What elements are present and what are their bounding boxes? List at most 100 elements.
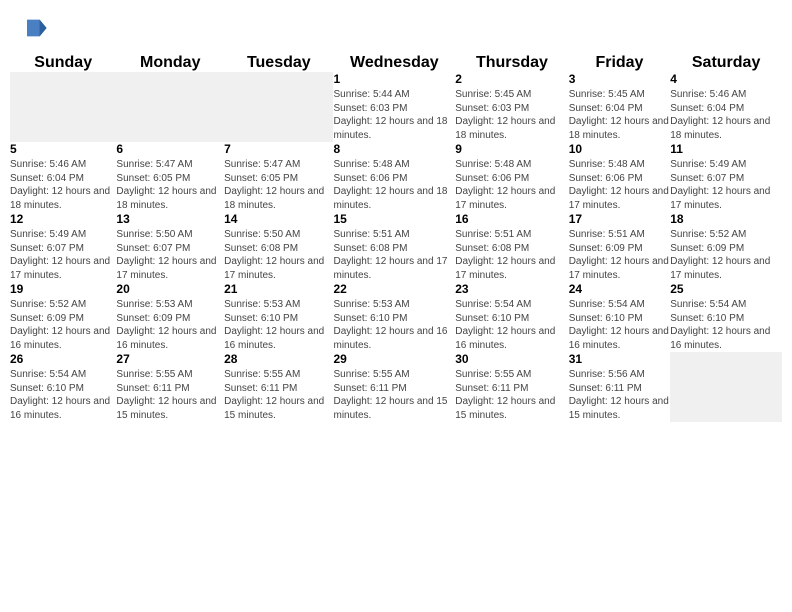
- day-info: Sunrise: 5:52 AM Sunset: 6:09 PM Dayligh…: [670, 228, 782, 282]
- day-number: 18: [670, 212, 782, 226]
- day-info: Sunrise: 5:46 AM Sunset: 6:04 PM Dayligh…: [670, 88, 782, 142]
- day-info: Sunrise: 5:50 AM Sunset: 6:08 PM Dayligh…: [224, 228, 333, 282]
- day-info: Sunrise: 5:54 AM Sunset: 6:10 PM Dayligh…: [569, 298, 671, 352]
- day-info: Sunrise: 5:49 AM Sunset: 6:07 PM Dayligh…: [10, 228, 116, 282]
- calendar-day-cell: 10 Sunrise: 5:48 AM Sunset: 6:06 PM Dayli…: [569, 142, 671, 212]
- calendar-week-row: 1 Sunrise: 5:44 AM Sunset: 6:03 PM Daylig…: [10, 72, 782, 142]
- subtitle: [0, 46, 792, 54]
- calendar-day-cell: 22 Sunrise: 5:53 AM Sunset: 6:10 PM Dayli…: [333, 282, 455, 352]
- day-number: 8: [333, 142, 455, 156]
- day-number: 15: [333, 212, 455, 226]
- calendar-day-cell: 2 Sunrise: 5:45 AM Sunset: 6:03 PM Daylig…: [455, 72, 568, 142]
- weekday-header-thursday: Thursday: [455, 54, 568, 72]
- day-number: 31: [569, 352, 671, 366]
- calendar-day-cell: 6 Sunrise: 5:47 AM Sunset: 6:05 PM Daylig…: [116, 142, 224, 212]
- calendar-day-cell: 20 Sunrise: 5:53 AM Sunset: 6:09 PM Dayli…: [116, 282, 224, 352]
- day-info: Sunrise: 5:53 AM Sunset: 6:10 PM Dayligh…: [224, 298, 333, 352]
- day-info: Sunrise: 5:47 AM Sunset: 6:05 PM Dayligh…: [224, 158, 333, 212]
- calendar-day-cell: 24 Sunrise: 5:54 AM Sunset: 6:10 PM Dayli…: [569, 282, 671, 352]
- day-number: 11: [670, 142, 782, 156]
- calendar-day-cell: 13 Sunrise: 5:50 AM Sunset: 6:07 PM Dayli…: [116, 212, 224, 282]
- day-info: Sunrise: 5:51 AM Sunset: 6:09 PM Dayligh…: [569, 228, 671, 282]
- calendar-empty-cell: [10, 72, 116, 142]
- weekday-header-tuesday: Tuesday: [224, 54, 333, 72]
- calendar-empty-cell: [670, 352, 782, 422]
- day-info: Sunrise: 5:54 AM Sunset: 6:10 PM Dayligh…: [10, 368, 116, 422]
- day-number: 22: [333, 282, 455, 296]
- calendar-day-cell: 29Sunrise: 5:55 AM Sunset: 6:11 PM Dayli…: [333, 352, 455, 422]
- day-number: 6: [116, 142, 224, 156]
- day-number: 13: [116, 212, 224, 226]
- day-number: 26: [10, 352, 116, 366]
- weekday-header-saturday: Saturday: [670, 54, 782, 72]
- calendar-week-row: 5Sunrise: 5:46 AM Sunset: 6:04 PM Daylig…: [10, 142, 782, 212]
- day-number: 27: [116, 352, 224, 366]
- calendar-day-cell: 16 Sunrise: 5:51 AM Sunset: 6:08 PM Dayli…: [455, 212, 568, 282]
- day-info: Sunrise: 5:48 AM Sunset: 6:06 PM Dayligh…: [333, 158, 455, 212]
- calendar-day-cell: 31 Sunrise: 5:56 AM Sunset: 6:11 PM Dayli…: [569, 352, 671, 422]
- day-info: Sunrise: 5:51 AM Sunset: 6:08 PM Dayligh…: [455, 228, 568, 282]
- day-info: Sunrise: 5:48 AM Sunset: 6:06 PM Dayligh…: [569, 158, 671, 212]
- day-info: Sunrise: 5:49 AM Sunset: 6:07 PM Dayligh…: [670, 158, 782, 212]
- calendar-empty-cell: [224, 72, 333, 142]
- day-number: 5: [10, 142, 116, 156]
- day-info: Sunrise: 5:55 AM Sunset: 6:11 PM Dayligh…: [116, 368, 224, 422]
- calendar-day-cell: 9 Sunrise: 5:48 AM Sunset: 6:06 PM Daylig…: [455, 142, 568, 212]
- calendar-week-row: 12Sunrise: 5:49 AM Sunset: 6:07 PM Dayli…: [10, 212, 782, 282]
- calendar-day-cell: 30Sunrise: 5:55 AM Sunset: 6:11 PM Dayli…: [455, 352, 568, 422]
- weekday-header-row: SundayMondayTuesdayWednesdayThursdayFrid…: [10, 54, 782, 72]
- day-info: Sunrise: 5:50 AM Sunset: 6:07 PM Dayligh…: [116, 228, 224, 282]
- day-number: 19: [10, 282, 116, 296]
- day-info: Sunrise: 5:54 AM Sunset: 6:10 PM Dayligh…: [670, 298, 782, 352]
- day-info: Sunrise: 5:51 AM Sunset: 6:08 PM Dayligh…: [333, 228, 455, 282]
- day-info: Sunrise: 5:45 AM Sunset: 6:03 PM Dayligh…: [455, 88, 568, 142]
- calendar-day-cell: 11 Sunrise: 5:49 AM Sunset: 6:07 PM Dayli…: [670, 142, 782, 212]
- day-info: Sunrise: 5:55 AM Sunset: 6:11 PM Dayligh…: [333, 368, 455, 422]
- calendar-day-cell: 7 Sunrise: 5:47 AM Sunset: 6:05 PM Daylig…: [224, 142, 333, 212]
- day-info: Sunrise: 5:56 AM Sunset: 6:11 PM Dayligh…: [569, 368, 671, 422]
- calendar-day-cell: 26 Sunrise: 5:54 AM Sunset: 6:10 PM Dayli…: [10, 352, 116, 422]
- day-info: Sunrise: 5:55 AM Sunset: 6:11 PM Dayligh…: [224, 368, 333, 422]
- day-number: 21: [224, 282, 333, 296]
- day-number: 16: [455, 212, 568, 226]
- day-info: Sunrise: 5:48 AM Sunset: 6:06 PM Dayligh…: [455, 158, 568, 212]
- calendar-day-cell: 18 Sunrise: 5:52 AM Sunset: 6:09 PM Dayli…: [670, 212, 782, 282]
- calendar-day-cell: 8 Sunrise: 5:48 AM Sunset: 6:06 PM Daylig…: [333, 142, 455, 212]
- day-info: Sunrise: 5:53 AM Sunset: 6:09 PM Dayligh…: [116, 298, 224, 352]
- calendar-day-cell: 28Sunrise: 5:55 AM Sunset: 6:11 PM Dayli…: [224, 352, 333, 422]
- calendar-day-cell: 4 Sunrise: 5:46 AM Sunset: 6:04 PM Daylig…: [670, 72, 782, 142]
- day-info: Sunrise: 5:44 AM Sunset: 6:03 PM Dayligh…: [333, 88, 455, 142]
- calendar-day-cell: 19Sunrise: 5:52 AM Sunset: 6:09 PM Dayli…: [10, 282, 116, 352]
- day-info: Sunrise: 5:54 AM Sunset: 6:10 PM Dayligh…: [455, 298, 568, 352]
- calendar-day-cell: 15 Sunrise: 5:51 AM Sunset: 6:08 PM Dayli…: [333, 212, 455, 282]
- calendar-table: SundayMondayTuesdayWednesdayThursdayFrid…: [10, 54, 782, 422]
- weekday-header-sunday: Sunday: [10, 54, 116, 72]
- weekday-header-wednesday: Wednesday: [333, 54, 455, 72]
- day-number: 7: [224, 142, 333, 156]
- calendar-empty-cell: [116, 72, 224, 142]
- calendar-day-cell: 17 Sunrise: 5:51 AM Sunset: 6:09 PM Dayli…: [569, 212, 671, 282]
- weekday-header-monday: Monday: [116, 54, 224, 72]
- day-number: 10: [569, 142, 671, 156]
- day-number: 1: [333, 72, 455, 86]
- day-number: 20: [116, 282, 224, 296]
- calendar-container: SundayMondayTuesdayWednesdayThursdayFrid…: [0, 54, 792, 432]
- day-number: 23: [455, 282, 568, 296]
- calendar-day-cell: 27 Sunrise: 5:55 AM Sunset: 6:11 PM Dayli…: [116, 352, 224, 422]
- day-number: 9: [455, 142, 568, 156]
- calendar-week-row: 26 Sunrise: 5:54 AM Sunset: 6:10 PM Dayli…: [10, 352, 782, 422]
- page-header: [0, 0, 792, 46]
- logo-icon: [20, 14, 48, 42]
- day-number: 2: [455, 72, 568, 86]
- logo: [20, 14, 50, 42]
- day-info: Sunrise: 5:53 AM Sunset: 6:10 PM Dayligh…: [333, 298, 455, 352]
- day-number: 24: [569, 282, 671, 296]
- calendar-day-cell: 25 Sunrise: 5:54 AM Sunset: 6:10 PM Dayli…: [670, 282, 782, 352]
- day-number: 4: [670, 72, 782, 86]
- day-number: 25: [670, 282, 782, 296]
- calendar-day-cell: 3Sunrise: 5:45 AM Sunset: 6:04 PM Daylig…: [569, 72, 671, 142]
- day-number: 14: [224, 212, 333, 226]
- day-number: 17: [569, 212, 671, 226]
- day-info: Sunrise: 5:47 AM Sunset: 6:05 PM Dayligh…: [116, 158, 224, 212]
- calendar-day-cell: 23 Sunrise: 5:54 AM Sunset: 6:10 PM Dayli…: [455, 282, 568, 352]
